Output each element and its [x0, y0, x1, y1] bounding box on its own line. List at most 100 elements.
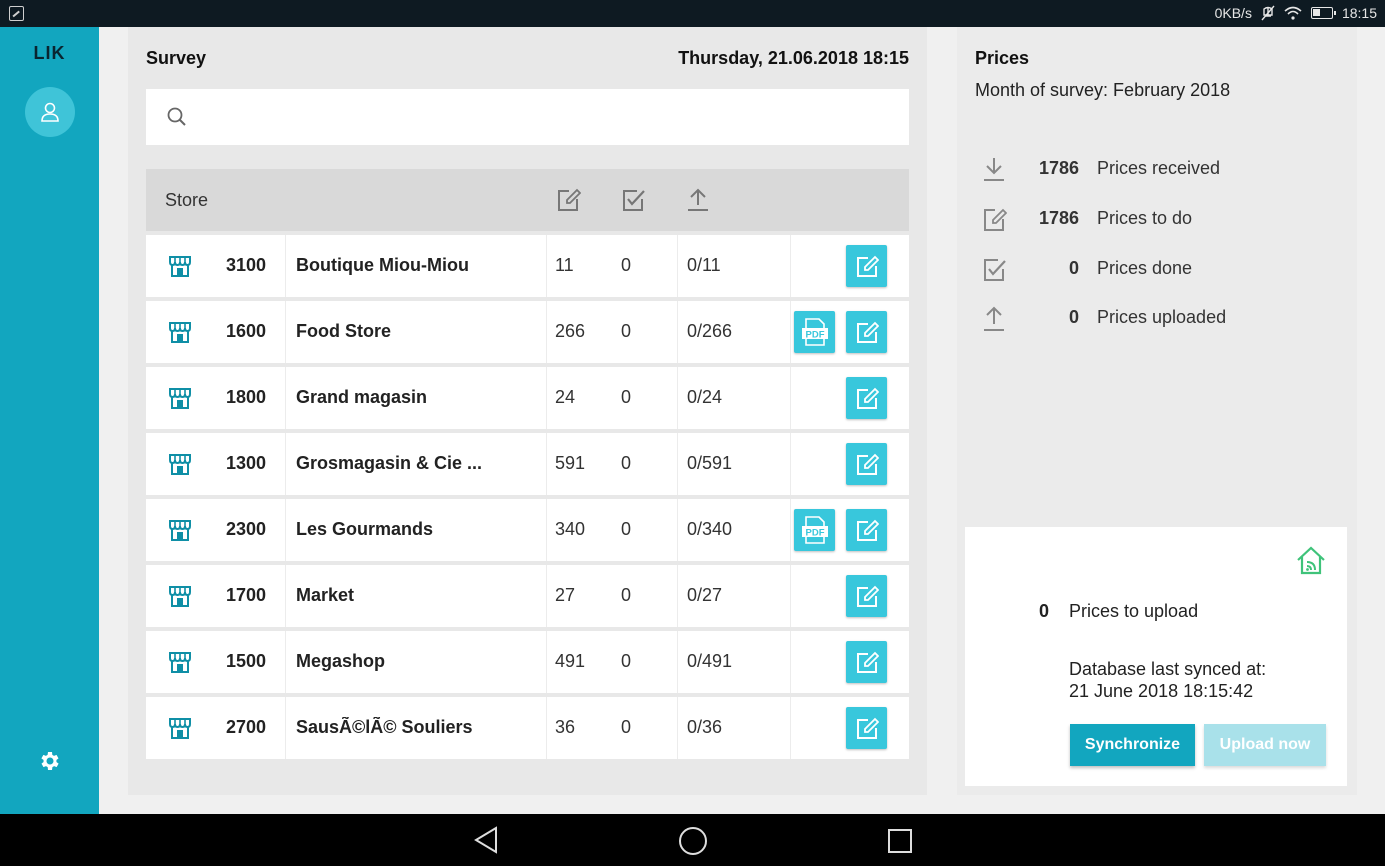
table-row[interactable]: 1500 Megashop 491 0 0/491 [146, 631, 909, 693]
prices-to-do: 24 [555, 387, 576, 407]
search-icon [167, 107, 186, 126]
column-divider [546, 631, 547, 693]
wifi-icon [1284, 6, 1302, 20]
edit-store-button[interactable] [846, 377, 887, 419]
table-row[interactable]: 2300 Les Gourmands 340 0 0/340 PDF [146, 499, 909, 561]
column-divider [285, 631, 286, 693]
survey-date: Thursday, 21.06.2018 18:15 [678, 48, 909, 68]
table-row[interactable]: 3100 Boutique Miou-Miou 11 0 0/11 [146, 235, 909, 297]
stat-uploaded-label: Prices uploaded [1097, 307, 1227, 327]
synchronize-button[interactable]: Synchronize [1070, 724, 1195, 766]
mute-icon [1261, 5, 1275, 21]
store-icon [169, 586, 191, 607]
prices-done: 0 [621, 519, 632, 539]
store-name: Boutique Miou-Miou [296, 255, 469, 275]
table-row[interactable]: 1300 Grosmagasin & Cie ... 591 0 0/591 [146, 433, 909, 495]
store-icon [169, 718, 191, 739]
column-divider [285, 697, 286, 759]
column-divider [285, 235, 286, 297]
column-divider [677, 499, 678, 561]
back-icon[interactable] [473, 826, 499, 854]
edit-icon [857, 585, 879, 607]
column-divider [546, 235, 547, 297]
column-divider [790, 697, 791, 759]
recent-apps-icon[interactable] [888, 829, 912, 853]
table-row[interactable]: 1800 Grand magasin 24 0 0/24 [146, 367, 909, 429]
header-upload-icon[interactable] [685, 187, 711, 213]
prices-done: 0 [621, 255, 632, 275]
sync-card: 0 Prices to upload Database last synced … [965, 527, 1347, 786]
column-divider [790, 565, 791, 627]
column-divider [677, 697, 678, 759]
stat-done-label: Prices done [1097, 258, 1193, 278]
column-divider [790, 631, 791, 693]
edit-icon [984, 208, 1007, 231]
pdf-icon: PDF [802, 516, 828, 544]
edit-store-button[interactable] [846, 575, 887, 617]
edit-store-button[interactable] [846, 245, 887, 287]
column-divider [546, 697, 547, 759]
column-divider [790, 433, 791, 495]
store-icon [169, 256, 191, 277]
column-divider [790, 301, 791, 363]
pdf-button[interactable]: PDF [794, 311, 835, 353]
store-icon [169, 322, 191, 343]
home-icon[interactable] [678, 826, 708, 856]
edit-icon [857, 453, 879, 475]
header-store[interactable]: Store [165, 190, 208, 211]
survey-title: Survey [146, 48, 207, 68]
column-divider [677, 631, 678, 693]
upload-now-button[interactable]: Upload now [1204, 724, 1326, 766]
store-icon-wrap [168, 650, 192, 679]
column-divider [285, 301, 286, 363]
table-row[interactable]: 2700 SausÃ©lÃ© Souliers 36 0 0/36 [146, 697, 909, 759]
search-input[interactable] [202, 99, 892, 135]
store-number: 1300 [226, 453, 267, 473]
prices-uploaded: 0/36 [687, 717, 723, 737]
prices-done: 0 [621, 387, 632, 407]
prices-to-do: 27 [555, 585, 576, 605]
table-header: Store [146, 169, 909, 231]
to-upload-num: 0 [1039, 601, 1050, 621]
prices-to-do: 340 [555, 519, 586, 539]
edit-icon [857, 321, 879, 343]
edit-store-button[interactable] [846, 509, 887, 551]
column-divider [546, 301, 547, 363]
prices-uploaded: 0/491 [687, 651, 733, 671]
column-divider [677, 565, 678, 627]
stat-todo: 1786 Prices to do [975, 204, 1345, 234]
user-avatar-button[interactable] [25, 87, 75, 137]
edit-icon [857, 651, 879, 673]
pdf-button[interactable]: PDF [794, 509, 835, 551]
edit-store-button[interactable] [846, 443, 887, 485]
table-row[interactable]: 1700 Market 27 0 0/27 [146, 565, 909, 627]
user-icon [41, 102, 59, 122]
store-number: 1500 [226, 651, 267, 671]
prices-uploaded: 0/11 [687, 255, 721, 275]
header-checkbox-icon[interactable] [620, 187, 646, 213]
search-bar [146, 89, 909, 145]
stat-uploaded: 0 Prices uploaded [975, 303, 1345, 333]
prices-uploaded: 0/591 [687, 453, 733, 473]
edit-store-button[interactable] [846, 311, 887, 353]
prices-to-do: 591 [555, 453, 586, 473]
stat-uploaded-num: 0 [1068, 307, 1079, 327]
settings-gear-icon[interactable] [37, 749, 61, 773]
column-divider [546, 499, 547, 561]
pdf-icon: PDF [802, 318, 828, 346]
edit-icon [857, 387, 879, 409]
table-row[interactable]: 1600 Food Store 266 0 0/266 PDF [146, 301, 909, 363]
status-icons: 0KB/s 18:15 [1215, 5, 1377, 21]
edit-store-button[interactable] [846, 641, 887, 683]
store-icon-wrap [168, 320, 192, 349]
prices-to-do: 36 [555, 717, 576, 737]
gallery-icon [9, 6, 24, 21]
edit-icon [857, 255, 879, 277]
edit-store-button[interactable] [846, 707, 887, 749]
stat-received-num: 1786 [1038, 158, 1079, 178]
prices-to-do: 11 [555, 255, 574, 275]
store-icon-wrap [168, 518, 192, 547]
clock: 18:15 [1341, 5, 1377, 21]
store-name: Grand magasin [296, 387, 428, 407]
header-edit-icon[interactable] [555, 187, 581, 213]
